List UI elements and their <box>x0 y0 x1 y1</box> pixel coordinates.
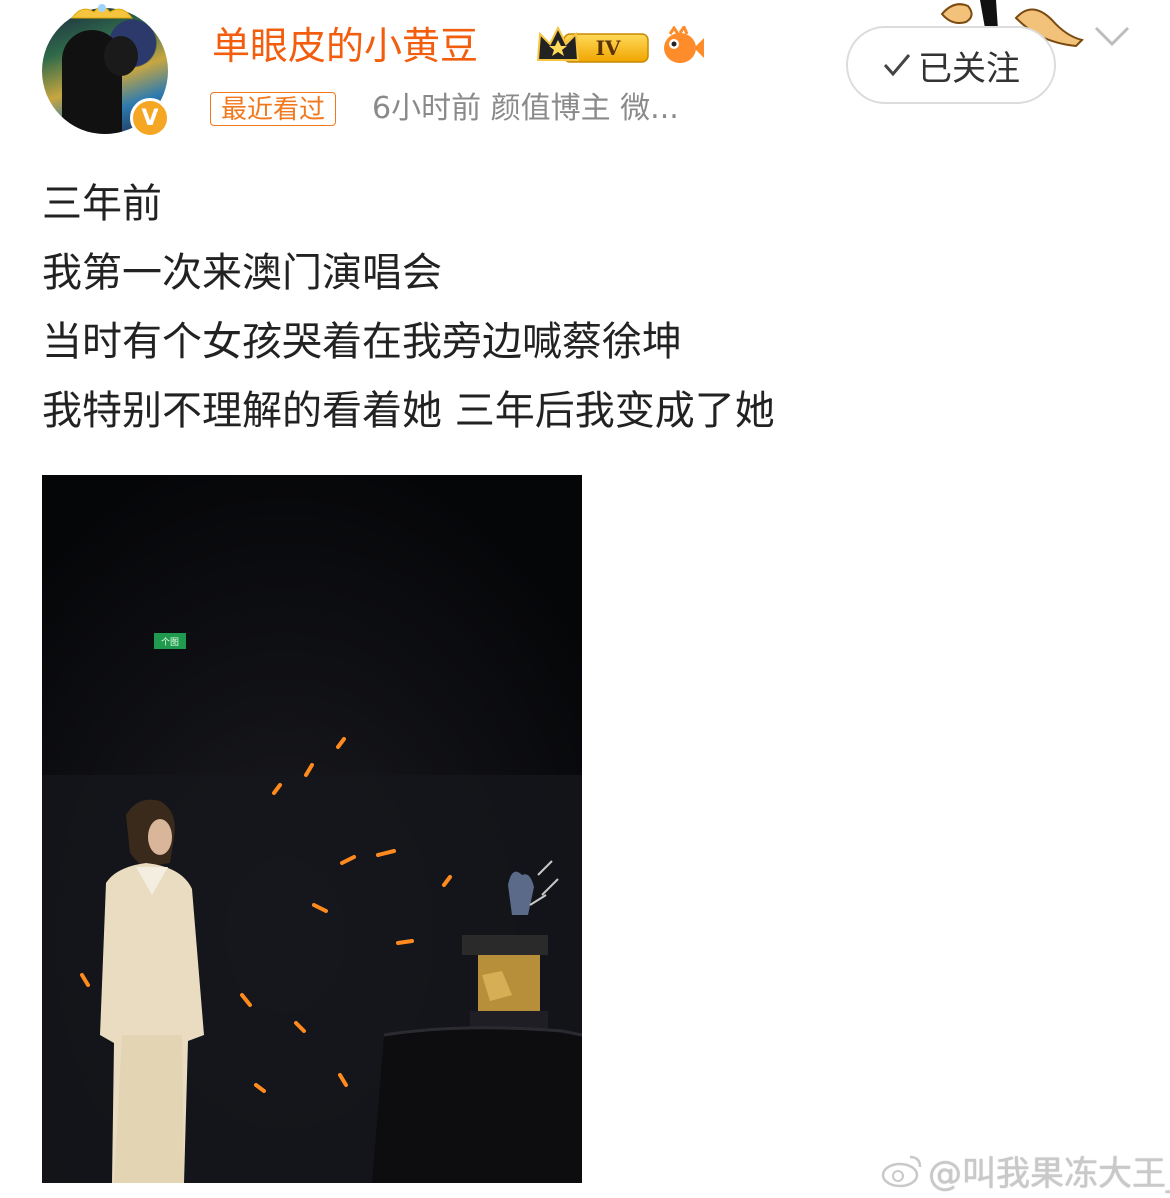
avatar-frame-ornament-icon <box>71 4 133 19</box>
recently-viewed-tag: 最近看过 <box>210 92 337 126</box>
fish-icon <box>664 26 704 63</box>
post-text-line: 我第一次来澳门演唱会 <box>42 250 442 296</box>
post-text-line: 我特别不理解的看着她 三年后我变成了她 <box>42 388 775 434</box>
follow-label: 已关注 <box>918 48 1020 89</box>
avatar-head <box>104 36 138 76</box>
post-text-line: 当时有个女孩哭着在我旁边喊蔡徐坤 <box>42 319 682 365</box>
username[interactable]: 单眼皮的小黄豆 <box>212 20 478 72</box>
post-text-line: 三年前 <box>42 181 162 227</box>
chevron-down-icon[interactable] <box>1094 24 1130 48</box>
follow-button[interactable]: 已关注 <box>846 26 1056 104</box>
exit-sign-text: 个图 <box>161 637 179 648</box>
post-image[interactable]: 个图 <box>42 475 582 1183</box>
verified-v-icon: V <box>130 98 170 138</box>
level-badge-text: IV <box>596 36 621 60</box>
concert-photo: 个图 <box>42 475 582 1183</box>
watermark-text: @叫我果冻大王_ <box>928 1154 1170 1194</box>
weibo-logo-icon <box>881 1155 922 1187</box>
watermark: @叫我果冻大王_ <box>880 1146 1170 1195</box>
crown-level-icon[interactable]: IV <box>534 24 652 70</box>
check-icon <box>883 54 911 77</box>
post-meta: 6小时前 颜值博主 微... <box>372 91 679 126</box>
post-body: 三年前 我第一次来澳门演唱会 当时有个女孩哭着在我旁边喊蔡徐坤 我特别不理解的看… <box>42 170 775 446</box>
